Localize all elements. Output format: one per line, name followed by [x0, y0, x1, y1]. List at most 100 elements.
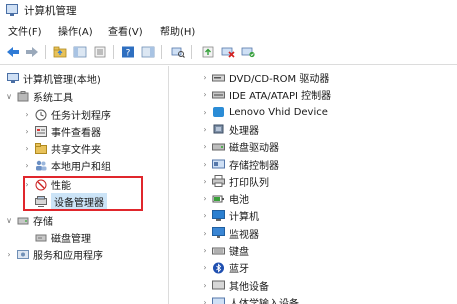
- chevron-right-icon[interactable]: ›: [22, 144, 32, 153]
- up-folder-icon[interactable]: [52, 44, 68, 60]
- clock-icon: [34, 109, 47, 121]
- forward-icon[interactable]: [24, 44, 40, 60]
- tree-item-event-viewer[interactable]: › 事件查看器: [22, 123, 101, 140]
- disk-drive-icon: [212, 141, 225, 153]
- shared-folder-icon: [34, 143, 47, 155]
- users-icon: [34, 160, 47, 172]
- menu-help[interactable]: 帮助(H): [160, 23, 195, 38]
- tree-label: 本地用户和组: [51, 162, 111, 173]
- tree-item-system-tools[interactable]: ∨ 系统工具: [4, 88, 73, 105]
- device-category-label: 蓝牙: [229, 264, 249, 276]
- title-bar: 计算机管理: [0, 0, 457, 20]
- tree-item-computer-management[interactable]: 计算机管理(本地): [4, 70, 101, 87]
- chevron-down-icon[interactable]: ∨: [4, 92, 14, 101]
- tree-label: 任务计划程序: [51, 111, 111, 122]
- system-tools-icon: [16, 91, 29, 103]
- device-category-label: Lenovo Vhid Device: [229, 106, 328, 118]
- menu-bar: 文件(F) 操作(A) 查看(V) 帮助(H): [0, 22, 457, 38]
- device-category-label: 监视器: [229, 229, 259, 241]
- window-title: 计算机管理: [24, 5, 77, 17]
- device-category-label: 电池: [229, 195, 249, 207]
- show-tree-icon[interactable]: [72, 44, 88, 60]
- tree-label: 共享文件夹: [51, 145, 101, 156]
- device-category-label: 人体学输入设备: [229, 295, 299, 304]
- device-category-row[interactable]: › 电池: [200, 190, 249, 207]
- ide-controller-icon: [212, 89, 225, 101]
- device-category-row[interactable]: › 计算机: [200, 207, 259, 224]
- device-category-row[interactable]: › 打印队列: [200, 173, 269, 190]
- tree-label: 计算机管理(本地): [23, 75, 101, 86]
- device-category-row[interactable]: › 磁盘驱动器: [200, 138, 279, 155]
- device-category-label: 其他设备: [229, 281, 269, 293]
- tree-item-local-users[interactable]: › 本地用户和组: [22, 157, 111, 174]
- chevron-right-icon[interactable]: ›: [200, 160, 210, 169]
- chevron-down-icon[interactable]: ∨: [4, 216, 14, 225]
- chevron-right-icon[interactable]: ›: [200, 142, 210, 151]
- device-category-row[interactable]: › IDE ATA/ATAPI 控制器: [200, 86, 331, 103]
- computer-management-icon: [6, 4, 18, 16]
- help-icon[interactable]: ?: [120, 44, 136, 60]
- printer-icon: [212, 175, 225, 188]
- svg-text:?: ?: [126, 49, 131, 59]
- bluetooth-icon: [212, 262, 225, 274]
- menu-view[interactable]: 查看(V): [108, 23, 143, 38]
- scan-hardware-icon[interactable]: [170, 44, 186, 60]
- chevron-right-icon[interactable]: ›: [200, 108, 210, 117]
- device-category-label: 处理器: [229, 125, 259, 137]
- device-category-row[interactable]: › DVD/CD-ROM 驱动器: [200, 69, 329, 86]
- chevron-right-icon[interactable]: ›: [200, 177, 210, 186]
- chevron-right-icon[interactable]: ›: [200, 263, 210, 272]
- device-category-row[interactable]: › 处理器: [200, 121, 259, 138]
- chevron-right-icon[interactable]: ›: [200, 229, 210, 238]
- device-category-row[interactable]: › 监视器: [200, 225, 259, 242]
- highlight-annotation: [23, 176, 143, 211]
- monitor-icon: [212, 227, 225, 239]
- tree-label: 存储: [33, 217, 53, 228]
- tree-label: 服务和应用程序: [33, 251, 103, 262]
- chevron-right-icon[interactable]: ›: [4, 250, 14, 259]
- chevron-right-icon[interactable]: ›: [200, 125, 210, 134]
- device-category-row[interactable]: › Lenovo Vhid Device: [200, 104, 328, 121]
- device-category-label: 打印队列: [229, 177, 269, 189]
- properties-icon[interactable]: [92, 44, 108, 60]
- device-category-row[interactable]: › 人体学输入设备: [200, 294, 299, 304]
- tree-item-task-scheduler[interactable]: › 任务计划程序: [22, 106, 111, 123]
- tree-item-disk-management[interactable]: 磁盘管理: [32, 229, 91, 246]
- chevron-right-icon[interactable]: ›: [200, 298, 210, 304]
- computer-icon: [212, 209, 225, 222]
- update-driver-icon[interactable]: [200, 44, 216, 60]
- chevron-right-icon[interactable]: ›: [200, 246, 210, 255]
- chevron-right-icon[interactable]: ›: [200, 90, 210, 99]
- device-category-row[interactable]: › 键盘: [200, 242, 249, 259]
- device-category-row[interactable]: › 存储控制器: [200, 156, 279, 173]
- toolbar-separator: [191, 45, 192, 59]
- device-category-label: IDE ATA/ATAPI 控制器: [229, 91, 332, 103]
- chevron-right-icon[interactable]: ›: [22, 110, 32, 119]
- menu-file[interactable]: 文件(F): [8, 23, 42, 38]
- menu-action[interactable]: 操作(A): [58, 23, 93, 38]
- show-hide-icon[interactable]: [140, 44, 156, 60]
- device-category-row[interactable]: › 蓝牙: [200, 259, 249, 276]
- chevron-right-icon[interactable]: ›: [200, 211, 210, 220]
- device-category-label: 磁盘驱动器: [229, 143, 279, 155]
- chevron-right-icon[interactable]: ›: [22, 127, 32, 136]
- processor-icon: [212, 123, 225, 135]
- chevron-right-icon[interactable]: ›: [200, 194, 210, 203]
- event-viewer-icon: [34, 126, 47, 138]
- enable-device-icon[interactable]: [240, 44, 256, 60]
- tree-label: 事件查看器: [51, 128, 101, 139]
- tree-item-services[interactable]: › 服务和应用程序: [4, 246, 103, 263]
- toolbar: ?: [0, 40, 457, 65]
- other-devices-icon: [212, 279, 225, 291]
- device-category-label: 键盘: [229, 247, 249, 258]
- uninstall-device-icon[interactable]: [220, 44, 236, 60]
- tree-item-storage[interactable]: ∨ 存储: [4, 212, 53, 229]
- back-icon[interactable]: [5, 44, 21, 60]
- tree-label: 系统工具: [33, 93, 73, 104]
- chevron-right-icon[interactable]: ›: [200, 73, 210, 82]
- tree-item-shared-folders[interactable]: › 共享文件夹: [22, 140, 101, 157]
- chevron-right-icon[interactable]: ›: [22, 161, 32, 170]
- chevron-right-icon[interactable]: ›: [200, 281, 210, 290]
- toolbar-separator: [161, 45, 162, 59]
- device-category-row[interactable]: › 其他设备: [200, 277, 269, 294]
